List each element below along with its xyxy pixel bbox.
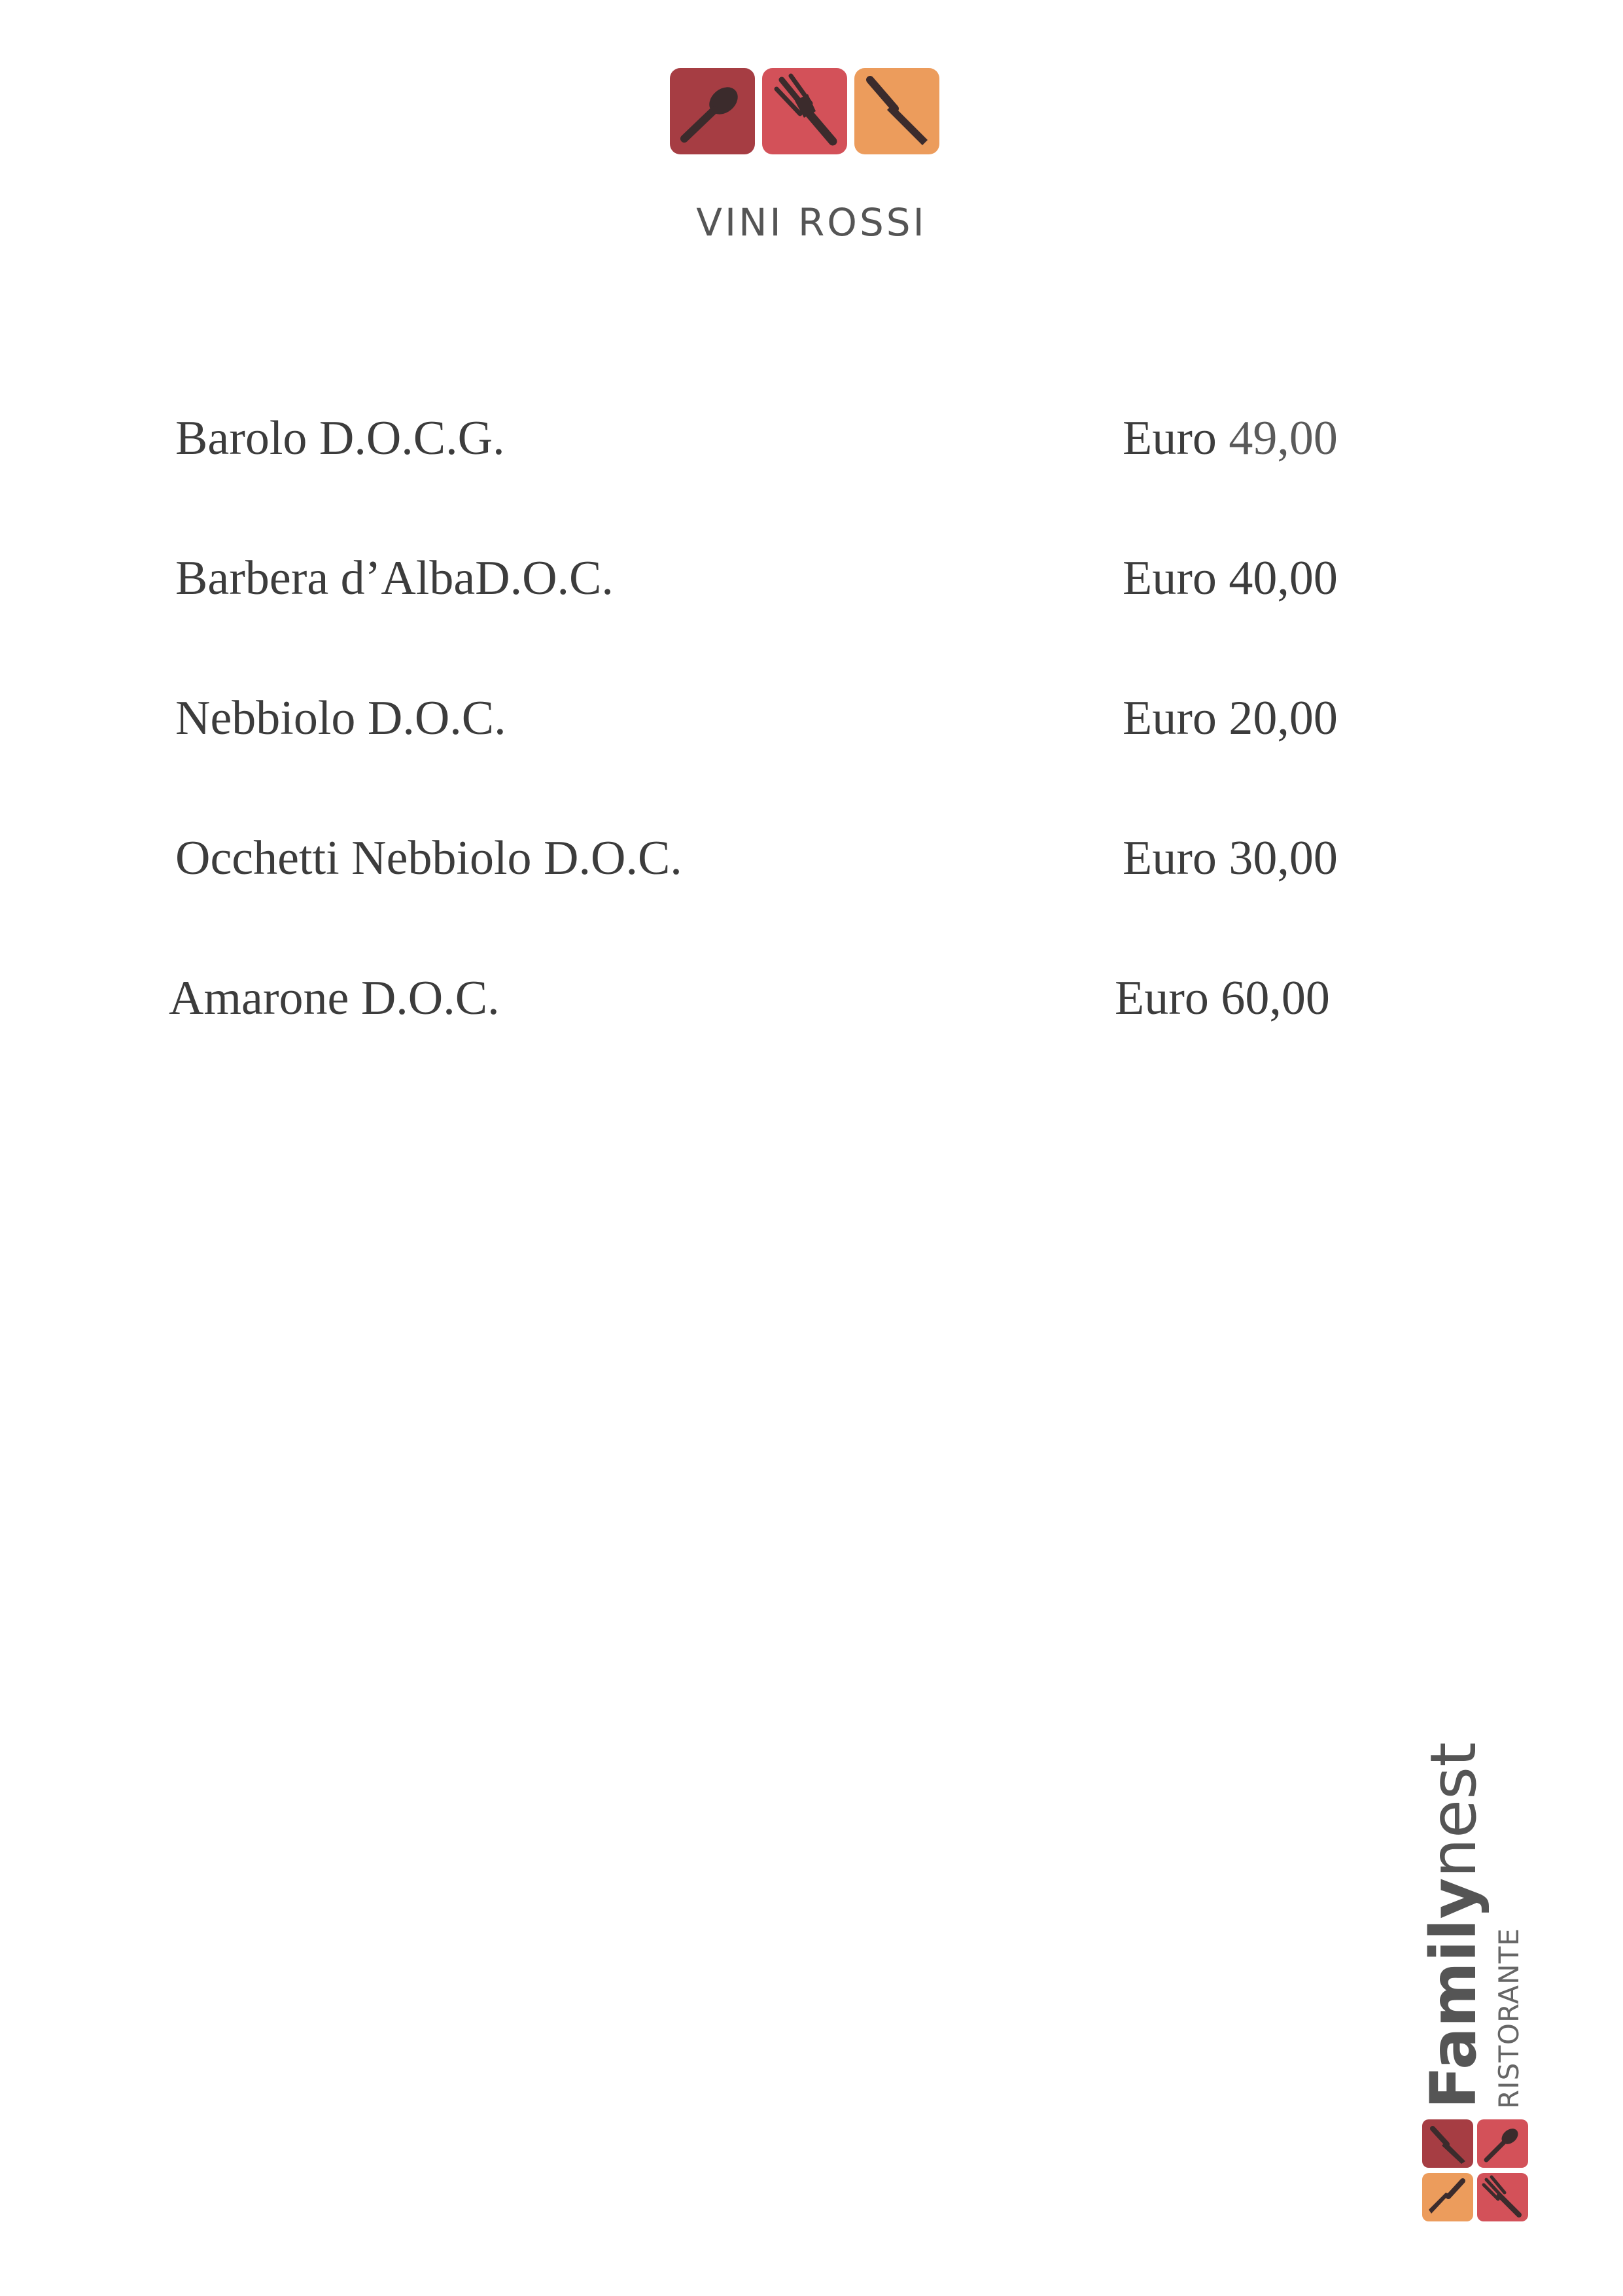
brand-wordmark: Familynest RISTORANTE [1417, 1742, 1537, 2113]
wine-price: Euro 60,00 [1115, 971, 1330, 1025]
wine-price: Euro 30,00 [1123, 831, 1338, 885]
knife-icon [1422, 2119, 1473, 2168]
wine-name: Amarone D.O.C. [169, 971, 500, 1025]
brand-tiles [1422, 2119, 1533, 2224]
knife-icon [854, 68, 939, 154]
list-item: Barbera d’AlbaD.O.C. Euro 40,00 [0, 551, 1623, 610]
list-item: Barolo D.O.C.G. Euro 49,00 [0, 411, 1623, 470]
fork-icon [1477, 2173, 1528, 2221]
wine-price: Euro 40,00 [1123, 551, 1338, 605]
wine-name: Barolo D.O.C.G. [175, 411, 505, 465]
spoon-icon [1477, 2119, 1528, 2168]
wine-name: Occhetti Nebbiolo D.O.C. [175, 831, 682, 885]
wine-price: Euro 49,00 [1123, 411, 1338, 465]
header-logo [670, 68, 939, 157]
list-item: Occhetti Nebbiolo D.O.C. Euro 30,00 [0, 831, 1623, 890]
section-title: VINI ROSSI [696, 200, 927, 245]
wine-price: Euro 20,00 [1123, 691, 1338, 745]
fork-icon [762, 68, 847, 154]
knife-icon [1422, 2173, 1473, 2221]
brand-name: Familynest [1417, 1742, 1490, 2109]
spoon-icon [670, 68, 755, 154]
brand-logo: Familynest RISTORANTE [1417, 1742, 1537, 2224]
wine-name: Barbera d’AlbaD.O.C. [175, 551, 614, 605]
list-item: Amarone D.O.C. Euro 60,00 [0, 971, 1623, 1030]
wine-name: Nebbiolo D.O.C. [175, 691, 506, 745]
brand-subtitle: RISTORANTE [1493, 1928, 1525, 2109]
list-item: Nebbiolo D.O.C. Euro 20,00 [0, 691, 1623, 750]
